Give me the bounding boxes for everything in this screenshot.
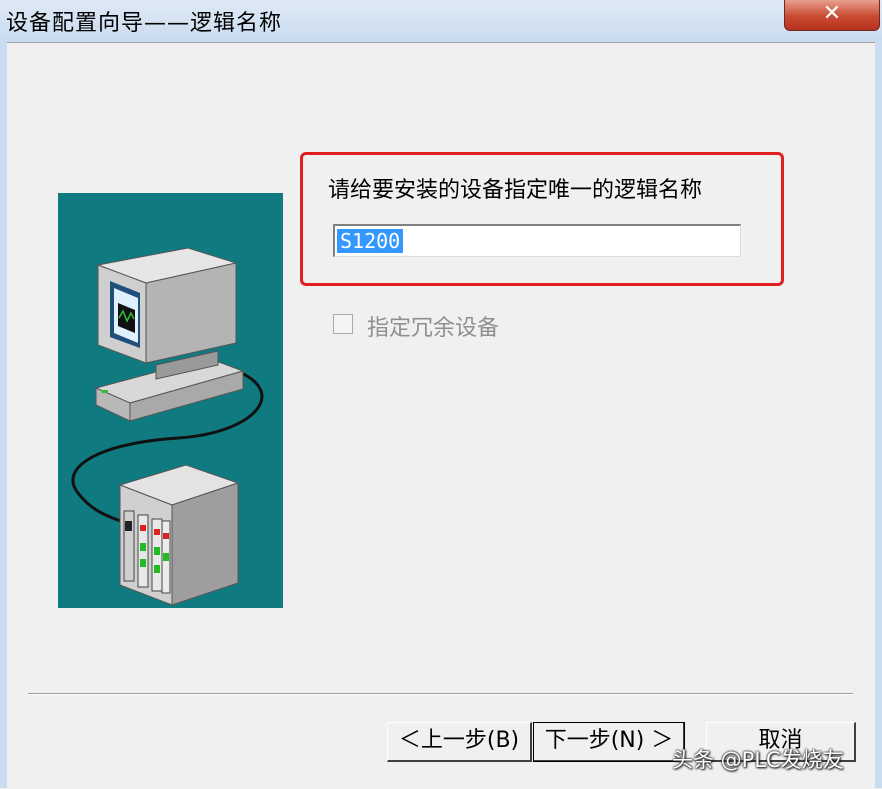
logical-name-input[interactable]: S1200 [333,224,741,257]
back-button[interactable]: ＜上一步(B) [387,722,532,762]
window-frame-left [0,42,7,788]
redundant-device-checkbox[interactable] [333,314,353,334]
close-button[interactable]: ✕ [784,0,880,31]
illustration-svg [71,247,264,606]
close-icon: ✕ [822,1,842,26]
window-frame-right [875,42,882,788]
plc-rack-icon [118,464,240,606]
watermark: 头条 @PLC发烧友 [672,748,844,772]
footer-separator [28,693,853,695]
redundant-device-label: 指定冗余设备 [367,316,500,341]
window-title: 设备配置向导——逻辑名称 [6,11,283,36]
wizard-window: 设备配置向导——逻辑名称 ✕ 请给要安装的设备指定唯一的逻辑名称 S1200 指… [0,0,882,788]
wizard-illustration [58,193,283,608]
title-bar[interactable]: 设备配置向导——逻辑名称 ✕ [0,0,882,42]
next-button[interactable]: 下一步(N) ＞ [533,722,685,762]
logical-name-value: S1200 [337,229,404,253]
computer-monitor-icon [94,247,245,422]
logical-name-prompt: 请给要安装的设备指定唯一的逻辑名称 [328,178,703,203]
